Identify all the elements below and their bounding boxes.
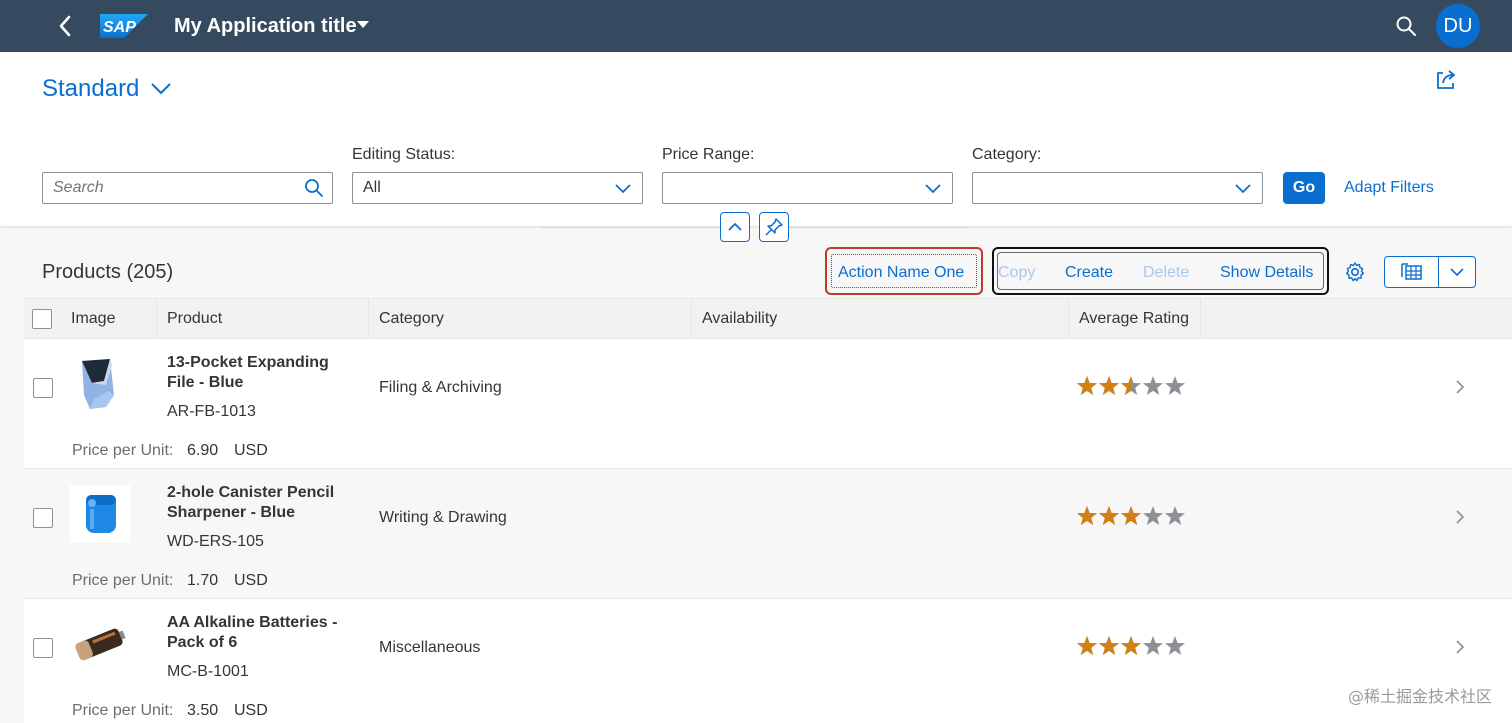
chevron-down-icon[interactable] [1234,183,1252,195]
adapt-filters-link[interactable]: Adapt Filters [1344,179,1434,197]
price-label: Price per Unit: [72,702,174,719]
product-image-pencil-sharpener [70,485,130,543]
row-checkbox[interactable] [33,378,53,398]
column-header-availability[interactable]: Availability [692,299,1069,338]
shell-search-icon[interactable] [1394,14,1418,38]
price-label: Price per Unit: [72,442,174,459]
svg-text:SAP: SAP [103,19,136,36]
star-filled-icon [1099,506,1119,525]
spreadsheet-export-icon [1401,263,1422,280]
editing-status-value: All [363,179,381,196]
back-arrow-icon[interactable] [52,12,78,40]
product-category: Filing & Archiving [379,379,502,396]
star-filled-icon [1121,506,1141,525]
chevron-right-icon[interactable] [1454,379,1466,395]
header-divider-right [789,227,969,228]
chevron-up-icon [728,222,742,231]
search-input[interactable] [53,174,293,202]
export-button[interactable] [1384,256,1476,288]
pin-icon [765,218,783,236]
price-range-label: Price Range: [662,146,755,163]
product-id: WD-ERS-105 [167,533,264,550]
delete-button[interactable]: Delete [1143,264,1189,282]
table-row[interactable]: 2-hole Canister Pencil Sharpener - Blue … [24,469,1512,599]
export-split-divider [1438,257,1439,287]
variant-title[interactable]: Standard [42,74,139,104]
column-header-product[interactable]: Product [157,299,369,338]
search-field[interactable] [42,172,333,204]
star-empty-icon [1165,506,1185,525]
star-empty-icon [1143,506,1163,525]
share-icon[interactable] [1434,68,1458,92]
star-empty-icon [1165,636,1185,655]
price-range-select[interactable] [662,172,953,204]
product-image-battery [75,628,126,661]
rating-stars [1077,636,1185,655]
show-details-button[interactable]: Show Details [1220,264,1313,282]
product-image-file-folder [82,359,114,409]
star-empty-icon [1143,376,1163,395]
table-row[interactable]: AA Alkaline Batteries - Pack of 6 MC-B-1… [24,599,1512,723]
star-filled-icon [1077,636,1097,655]
pin-header-button[interactable] [759,212,789,242]
price-value: 6.90 [187,442,219,459]
sap-logo[interactable]: SAP [100,14,148,38]
star-filled-icon [1077,506,1097,525]
star-filled-icon [1099,376,1119,395]
go-button[interactable]: Go [1283,172,1325,204]
chevron-right-icon[interactable] [1454,639,1466,655]
products-title: Products (205) [42,261,174,283]
editing-status-select[interactable]: All [352,172,643,204]
search-icon[interactable] [304,178,324,198]
column-header-category[interactable]: Category [369,299,692,338]
create-button[interactable]: Create [1065,264,1113,282]
product-id: MC-B-1001 [167,663,249,680]
price-value: 1.70 [187,572,219,589]
category-filter-select[interactable] [972,172,1263,204]
product-name: 2-hole Canister Pencil Sharpener - Blue [167,484,335,521]
product-id: AR-FB-1013 [167,403,256,420]
product-name: 13-Pocket Expanding File - Blue [167,354,329,391]
copy-button[interactable]: Copy [998,264,1035,282]
column-header-image[interactable]: Image [61,299,157,338]
rating-stars [1077,506,1185,525]
table-header: Image Product Category Availability Aver… [24,298,1512,339]
product-category: Writing & Drawing [379,509,507,526]
chevron-down-icon[interactable] [1449,267,1465,277]
category-filter-label: Category: [972,146,1042,163]
price-currency: USD [234,702,268,719]
column-header-average-rating[interactable]: Average Rating [1069,299,1201,338]
star-filled-icon [1121,636,1141,655]
select-all-checkbox[interactable] [32,309,52,329]
header-divider-left [540,227,720,228]
chevron-down-icon[interactable] [614,183,632,195]
star-filled-icon [1077,376,1097,395]
star-empty-icon [1165,376,1185,395]
gear-icon[interactable] [1344,261,1366,283]
product-category: Miscellaneous [379,639,481,656]
editing-status-label: Editing Status: [352,146,456,163]
product-name: AA Alkaline Batteries - Pack of 6 [167,614,338,651]
star-filled-icon [1099,636,1119,655]
chevron-down-icon[interactable] [924,183,942,195]
watermark: @稀土掘金技术社区 [1347,687,1492,706]
price-currency: USD [234,572,268,589]
shell-bar: SAP My Application title DU [0,0,1512,52]
price-value: 3.50 [187,702,219,719]
user-avatar[interactable]: DU [1436,4,1480,48]
price-currency: USD [234,442,268,459]
table-row[interactable]: 13-Pocket Expanding File - Blue AR-FB-10… [24,339,1512,469]
price-label: Price per Unit: [72,572,174,589]
chevron-right-icon[interactable] [1454,509,1466,525]
star-empty-icon [1143,636,1163,655]
action-name-one-button[interactable]: Action Name One [838,264,964,282]
rating-stars [1077,376,1185,395]
variant-chevron-down-icon[interactable] [150,82,172,96]
app-title[interactable]: My Application title [174,13,357,39]
row-checkbox[interactable] [33,508,53,528]
collapse-header-button[interactable] [720,212,750,242]
title-caret-icon[interactable] [356,20,370,30]
row-checkbox[interactable] [33,638,53,658]
